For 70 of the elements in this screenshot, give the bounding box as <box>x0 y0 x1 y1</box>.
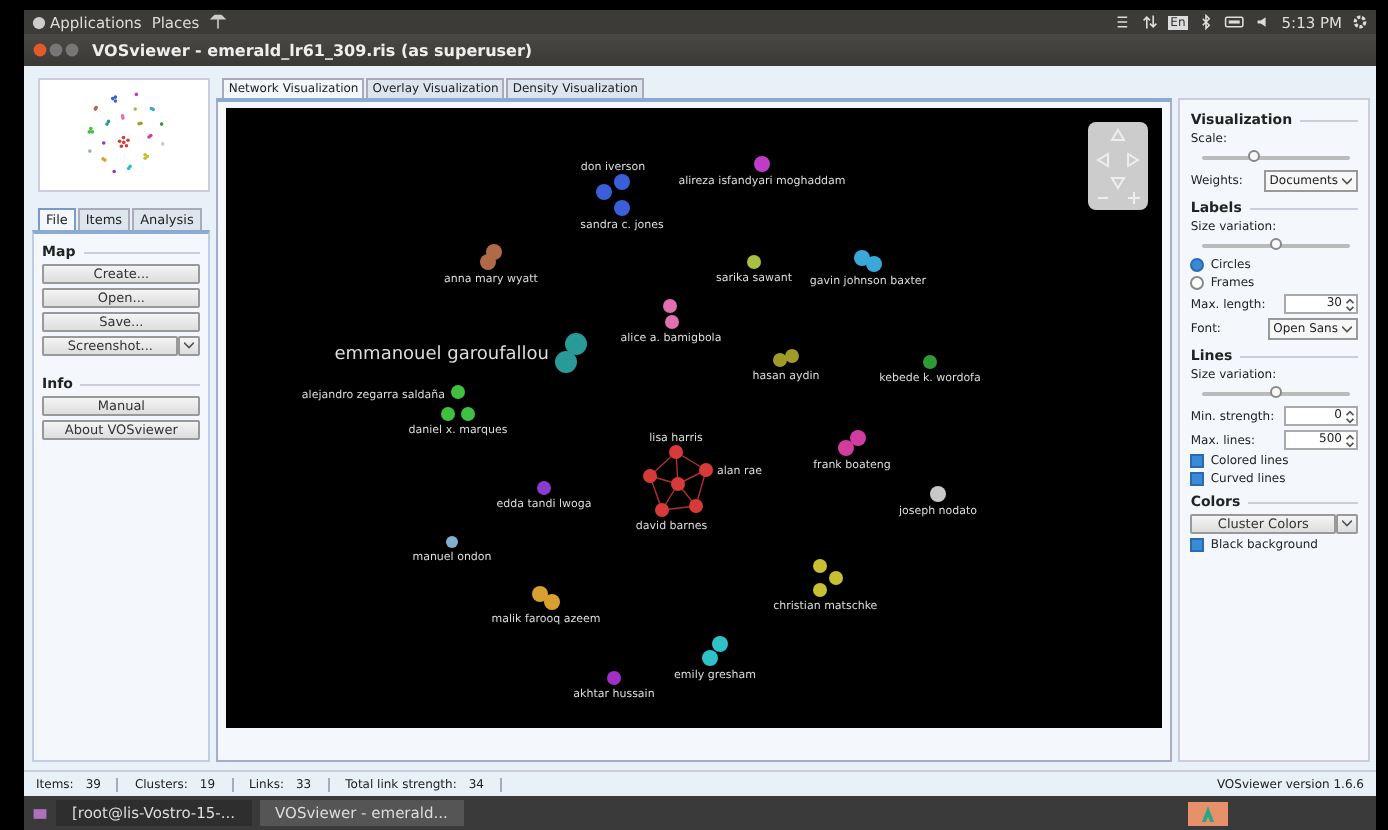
node-circle[interactable] <box>689 499 704 513</box>
node-circle[interactable] <box>663 299 678 313</box>
window-controls[interactable] <box>32 42 80 58</box>
network-arrows-icon[interactable] <box>1142 14 1159 30</box>
node-circle[interactable] <box>699 463 714 477</box>
settings-icon[interactable] <box>1352 14 1368 30</box>
node-circle[interactable] <box>446 536 459 548</box>
slider-thumb[interactable] <box>1270 386 1283 398</box>
node-circle[interactable] <box>665 315 680 329</box>
node-circle[interactable] <box>829 571 844 585</box>
slider-thumb[interactable] <box>1248 150 1261 162</box>
node-circle[interactable] <box>838 440 855 456</box>
radio-button[interactable] <box>1190 258 1205 272</box>
dropdown-button[interactable] <box>178 336 201 356</box>
node-circle[interactable] <box>813 583 828 597</box>
node-circle[interactable] <box>702 650 719 666</box>
spin-arrows-icon <box>1346 297 1354 311</box>
node-circle[interactable] <box>555 351 578 373</box>
caret-icon <box>1342 177 1352 185</box>
node-circle[interactable] <box>451 385 466 399</box>
node-circle[interactable] <box>537 481 552 495</box>
checkbox[interactable] <box>1190 454 1205 468</box>
caret-icon <box>1342 520 1352 528</box>
node-circle[interactable] <box>669 445 684 459</box>
dropdown-button[interactable] <box>1336 514 1358 534</box>
network-map[interactable] <box>226 108 1163 728</box>
node-circle[interactable] <box>596 184 613 200</box>
slider-thumb[interactable] <box>1270 238 1283 250</box>
radio-button[interactable] <box>1190 276 1205 290</box>
node-circle[interactable] <box>923 355 938 369</box>
node-circle[interactable] <box>441 407 456 421</box>
node-circle[interactable] <box>785 349 800 363</box>
node-circle[interactable] <box>643 469 658 483</box>
list-icon[interactable] <box>1116 14 1133 30</box>
node-circle[interactable] <box>532 586 549 602</box>
node-circle[interactable] <box>480 254 497 270</box>
lamp-icon[interactable] <box>209 14 226 30</box>
node-circle[interactable] <box>544 594 561 610</box>
window-title: VOSviewer - emerald_lr61_309.ris (as superuser) <box>92 41 533 59</box>
checkbox[interactable] <box>1190 538 1205 552</box>
node-circle[interactable] <box>930 486 947 502</box>
node-circle[interactable] <box>747 255 762 269</box>
node-circle[interactable] <box>671 477 686 491</box>
speaker-icon[interactable] <box>1255 14 1272 30</box>
node-circle[interactable] <box>754 156 771 172</box>
node-circle[interactable] <box>850 430 867 446</box>
node-circle[interactable] <box>614 174 631 190</box>
node-circle[interactable] <box>866 256 883 272</box>
node-circle[interactable] <box>773 353 788 367</box>
caret-icon <box>184 342 195 350</box>
navigation-control[interactable] <box>1088 122 1149 210</box>
spin-arrows-icon <box>1346 433 1354 447</box>
workspace-switcher[interactable] <box>1188 801 1228 825</box>
map-overview-thumbnail[interactable] <box>38 78 210 192</box>
node-circle[interactable] <box>607 671 622 685</box>
node-circle[interactable] <box>614 200 631 216</box>
bluetooth-icon[interactable] <box>1197 14 1214 30</box>
checkbox[interactable] <box>1190 472 1205 486</box>
node-circle[interactable] <box>655 503 670 517</box>
caret-icon <box>1342 325 1352 333</box>
node-label: emmanouel garoufallou <box>335 345 550 365</box>
spin-arrows-icon <box>1346 409 1354 423</box>
node-circle[interactable] <box>565 333 588 355</box>
node-circle[interactable] <box>854 250 871 266</box>
link-lines <box>650 451 708 511</box>
node-circle[interactable] <box>813 559 828 573</box>
show-desktop-icon[interactable] <box>32 805 48 821</box>
node-circle[interactable] <box>712 636 729 652</box>
battery-icon[interactable] <box>1223 14 1246 30</box>
node-circle[interactable] <box>461 407 476 421</box>
